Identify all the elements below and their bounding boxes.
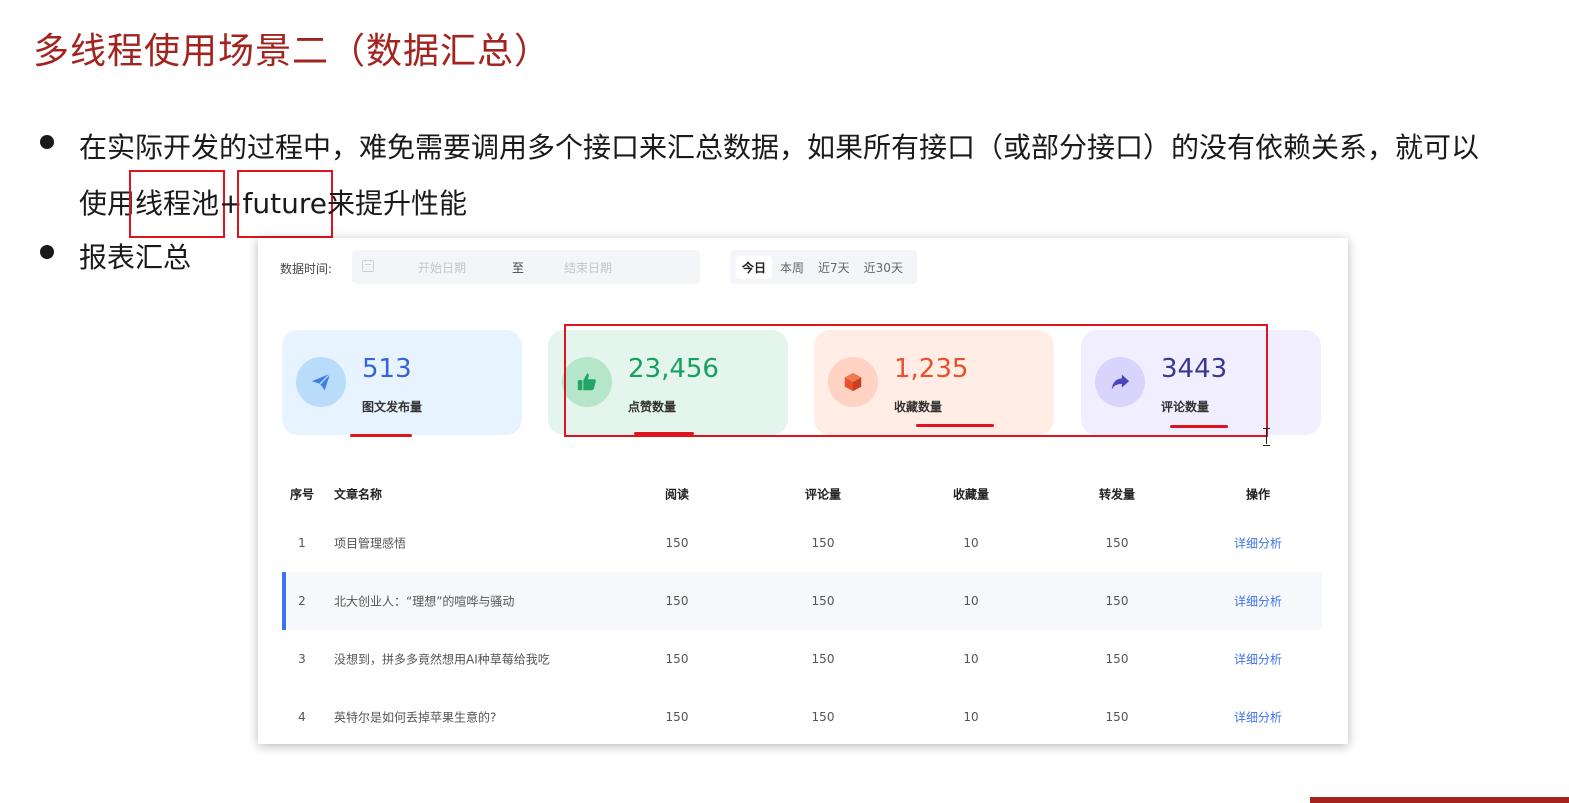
row-reads: 150 (665, 652, 689, 666)
detail-analysis-link[interactable]: 详细分析 (1218, 593, 1298, 610)
col-header-index: 序号 (290, 487, 315, 502)
col-header-comments: 评论量 (804, 487, 841, 502)
range-tab-30-days[interactable]: 近30天 (858, 256, 909, 279)
range-tab-7-days[interactable]: 近7天 (812, 256, 856, 279)
stat-card-posts: 513 图文发布量 (282, 330, 522, 435)
row-favorites: 10 (963, 536, 979, 550)
stat-label: 图文发布量 (362, 400, 423, 414)
detail-analysis-link[interactable]: 详细分析 (1218, 709, 1298, 726)
row-favorites: 10 (963, 710, 979, 724)
annotation-underline (916, 424, 994, 427)
range-tab-today[interactable]: 今日 (736, 255, 773, 279)
paper-plane-icon (311, 373, 331, 391)
row-forwards: 150 (1105, 594, 1129, 608)
col-header-forwards: 转发量 (1098, 487, 1135, 502)
row-index: 2 (298, 594, 306, 608)
detail-analysis-link[interactable]: 详细分析 (1218, 651, 1298, 668)
col-header-title: 文章名称 (334, 487, 383, 502)
annotation-red-box (564, 324, 1268, 437)
bullet-text-plus: + (219, 187, 243, 220)
row-comments: 150 (811, 594, 835, 608)
bullet-item-1: 在实际开发的过程中，难免需要调用多个接口来汇总数据，如果所有接口（或部分接口）的… (40, 120, 1480, 238)
start-date-input[interactable]: 开始日期 (418, 259, 466, 276)
row-index: 3 (298, 652, 306, 666)
range-tab-this-week[interactable]: 本周 (774, 256, 810, 279)
stat-value: 513 (362, 354, 412, 384)
bullet-text-suffix: 来提升性能 (326, 187, 467, 220)
date-range-separator: 至 (512, 261, 525, 275)
stat-icon-circle (296, 357, 346, 407)
date-filter-label: 数据时间: (280, 262, 333, 276)
table-header-row: 序号 文章名称 阅读 评论量 收藏量 转发量 操作 (282, 474, 1322, 514)
col-header-reads: 阅读 (664, 487, 689, 502)
table-row[interactable]: 1 项目管理感悟 150 150 10 150 详细分析 (282, 514, 1322, 572)
date-range-picker[interactable]: 开始日期 至 结束日期 (352, 250, 700, 284)
col-header-favorites: 收藏量 (952, 487, 989, 502)
end-date-input[interactable]: 结束日期 (564, 259, 612, 276)
slide-footer-accent-bar (1310, 797, 1569, 803)
bullet-text: 报表汇总 (79, 241, 192, 274)
row-index: 1 (298, 536, 306, 550)
article-stats-table: 序号 文章名称 阅读 评论量 收藏量 转发量 操作 1 项目管理感悟 150 1… (282, 474, 1322, 744)
bullet-text-prefix: 使用 (79, 187, 136, 220)
table-row[interactable]: 2 北大创业人：“理想”的喧哗与骚动 150 150 10 150 详细分析 (282, 572, 1322, 630)
row-forwards: 150 (1105, 710, 1129, 724)
highlight-future: future (236, 170, 333, 238)
slide-title: 多线程使用场景二（数据汇总） (33, 31, 552, 72)
row-reads: 150 (665, 710, 689, 724)
highlight-thread-pool: 线程池 (129, 170, 226, 238)
row-title: 项目管理感悟 (334, 536, 407, 551)
quick-range-tabs: 今日 本周 近7天 近30天 (730, 250, 917, 284)
row-favorites: 10 (963, 652, 979, 666)
annotation-underline (634, 432, 694, 435)
report-dashboard-screenshot: 数据时间: 开始日期 至 结束日期 今日 本周 近7天 近30天 513 图文发… (258, 238, 1348, 744)
col-header-actions: 操作 (1245, 487, 1270, 502)
row-title: 没想到，拼多多竟然想用AI种草莓给我吃 (334, 652, 550, 667)
table-row[interactable]: 3 没想到，拼多多竟然想用AI种草莓给我吃 150 150 10 150 详细分… (282, 630, 1322, 688)
row-forwards: 150 (1105, 536, 1129, 550)
bullet-line-1: 在实际开发的过程中，难免需要调用多个接口来汇总数据，如果所有接口（或部分接口）的… (79, 131, 1480, 164)
detail-analysis-link[interactable]: 详细分析 (1218, 535, 1298, 552)
bullet-item-2: 报表汇总 (40, 230, 191, 286)
row-title: 北大创业人：“理想”的喧哗与骚动 (334, 594, 515, 609)
row-favorites: 10 (963, 594, 979, 608)
bullet-line-2: 使用线程池+future来提升性能 (79, 170, 1479, 238)
row-comments: 150 (811, 710, 835, 724)
row-reads: 150 (665, 594, 689, 608)
bullet-dot (40, 135, 54, 149)
row-forwards: 150 (1105, 652, 1129, 666)
row-comments: 150 (811, 536, 835, 550)
table-row[interactable]: 4 英特尔是如何丢掉苹果生意的? 150 150 10 150 详细分析 (282, 688, 1322, 744)
bullet-dot (40, 245, 54, 259)
annotation-underline (350, 434, 412, 437)
annotation-underline (1170, 425, 1228, 428)
row-reads: 150 (665, 536, 689, 550)
calendar-icon (362, 260, 374, 272)
row-comments: 150 (811, 652, 835, 666)
text-cursor-icon (1263, 428, 1271, 446)
row-title: 英特尔是如何丢掉苹果生意的? (334, 710, 497, 725)
row-index: 4 (298, 710, 306, 724)
